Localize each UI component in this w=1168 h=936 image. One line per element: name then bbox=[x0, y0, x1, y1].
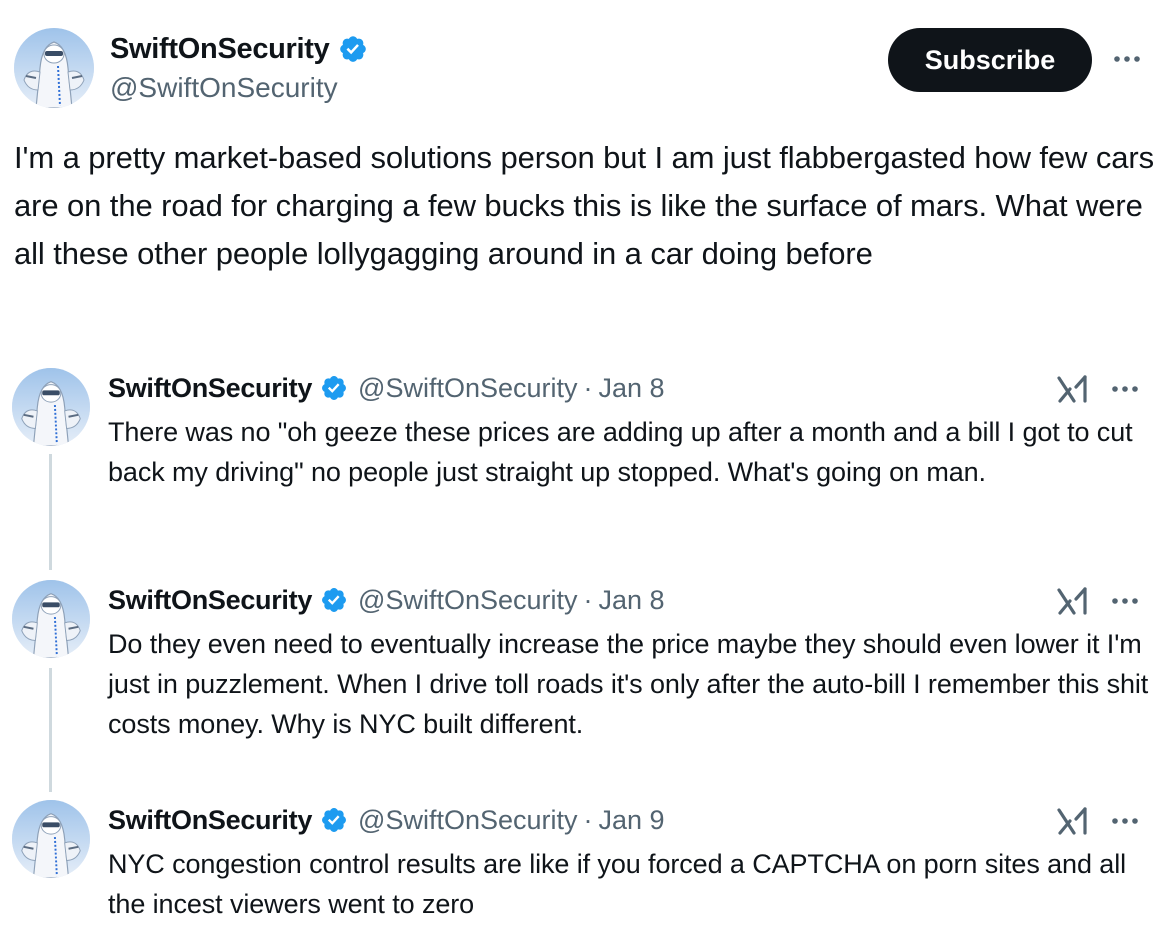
subscribe-button[interactable]: Subscribe bbox=[888, 28, 1092, 92]
tweet-date[interactable]: Jan 8 bbox=[599, 585, 665, 616]
more-horizontal-icon[interactable] bbox=[1108, 374, 1142, 404]
avatar-image bbox=[12, 580, 90, 658]
separator-dot: · bbox=[583, 372, 593, 403]
main-tweet-header: SwiftOnSecurity @SwiftOnSecurity Subscri… bbox=[14, 28, 1154, 108]
thread-tweet-header: SwiftOnSecurity @SwiftOnSecurity · Jan 9 bbox=[108, 800, 665, 840]
verified-badge-icon[interactable] bbox=[320, 806, 348, 834]
avatar[interactable] bbox=[12, 368, 90, 446]
grok-icon[interactable] bbox=[1056, 374, 1090, 404]
avatar-image bbox=[12, 368, 90, 446]
thread-tweet-text: There was no "oh geeze these prices are … bbox=[108, 417, 1133, 487]
more-horizontal-icon[interactable] bbox=[1108, 586, 1142, 616]
thread-tweet-header: SwiftOnSecurity @SwiftOnSecurity · Jan 8 bbox=[108, 368, 665, 408]
more-horizontal-icon[interactable] bbox=[1108, 806, 1142, 836]
thread-tweet[interactable]: SwiftOnSecurity @SwiftOnSecurity · Jan 8… bbox=[12, 580, 1162, 750]
avatar[interactable] bbox=[12, 580, 90, 658]
verified-badge-icon[interactable] bbox=[320, 374, 348, 402]
tweet-date[interactable]: Jan 9 bbox=[599, 805, 665, 836]
thread-tweet[interactable]: SwiftOnSecurity @SwiftOnSecurity · Jan 8… bbox=[12, 368, 1162, 538]
grok-icon[interactable] bbox=[1056, 806, 1090, 836]
separator-dot: · bbox=[583, 804, 593, 835]
tweet-date[interactable]: Jan 8 bbox=[599, 373, 665, 404]
thread-tweet-text: NYC congestion control results are like … bbox=[108, 849, 1126, 919]
avatar[interactable] bbox=[14, 28, 94, 108]
avatar-image bbox=[12, 800, 90, 878]
author-handle[interactable]: @SwiftOnSecurity bbox=[110, 72, 338, 104]
author-handle[interactable]: @SwiftOnSecurity bbox=[358, 805, 577, 836]
thread-tweet-header: SwiftOnSecurity @SwiftOnSecurity · Jan 8 bbox=[108, 580, 665, 620]
author-display-name[interactable]: SwiftOnSecurity bbox=[108, 373, 312, 404]
author-handle[interactable]: @SwiftOnSecurity bbox=[358, 585, 577, 616]
thread-tweet-text: Do they even need to eventually increase… bbox=[108, 629, 1149, 739]
avatar-image bbox=[14, 28, 94, 108]
verified-badge-icon[interactable] bbox=[338, 34, 368, 64]
author-display-name[interactable]: SwiftOnSecurity bbox=[108, 805, 312, 836]
thread-tweet[interactable]: SwiftOnSecurity @SwiftOnSecurity · Jan 9… bbox=[12, 800, 1162, 930]
avatar[interactable] bbox=[12, 800, 90, 878]
author-display-name[interactable]: SwiftOnSecurity bbox=[108, 585, 312, 616]
separator-dot: · bbox=[583, 584, 593, 615]
main-tweet-text: I'm a pretty market-based solutions pers… bbox=[14, 140, 1155, 271]
author-display-name[interactable]: SwiftOnSecurity bbox=[110, 33, 330, 66]
grok-icon[interactable] bbox=[1056, 586, 1090, 616]
author-name-row: SwiftOnSecurity bbox=[110, 30, 368, 68]
verified-badge-icon[interactable] bbox=[320, 586, 348, 614]
author-handle[interactable]: @SwiftOnSecurity bbox=[358, 373, 577, 404]
more-horizontal-icon[interactable] bbox=[1110, 44, 1144, 74]
